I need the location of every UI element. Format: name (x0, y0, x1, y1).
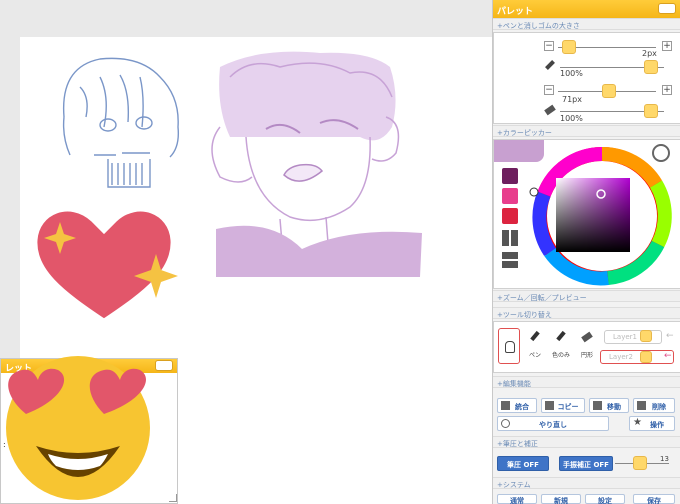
layer1-selector[interactable]: Layer1 (604, 330, 662, 344)
delete-button[interactable]: 削除 (633, 398, 675, 413)
merge-label: 統合 (515, 403, 529, 411)
resize-handle[interactable] (169, 494, 177, 502)
pen-size-plus-button[interactable]: + (662, 41, 672, 51)
redo-icon (501, 419, 510, 428)
move-button[interactable]: 移動 (589, 398, 629, 413)
heart-eyes-emoji-sticker (6, 356, 150, 500)
palette-title-bar[interactable]: パレット (493, 0, 680, 18)
move-label: 移動 (607, 403, 621, 411)
pen-tool-icon (530, 330, 540, 342)
eraser-icon (544, 104, 556, 116)
color-swatch-3[interactable] (502, 208, 518, 224)
palette-panel: パレット +ペンと消しゴムの大きさ − + 2px 100% − + 71px … (492, 0, 680, 504)
layer2-arrow-icon[interactable]: ← (664, 351, 672, 361)
section-edit[interactable]: +編集機能 (493, 376, 680, 388)
tool-hand[interactable] (498, 328, 520, 364)
swap-swatch-icon[interactable] (502, 252, 518, 268)
eraser-size-plus-button[interactable]: + (662, 85, 672, 95)
hand-icon (505, 341, 515, 353)
move-icon (593, 401, 602, 410)
tool-pen-label: ペン (528, 352, 541, 359)
tool-switch-box: ペン 色のみ 円形 Layer1 ← Layer2 ← (493, 321, 680, 373)
section-tool-switch[interactable]: +ツール切り替え (493, 307, 680, 319)
redo-button[interactable]: やり直し (497, 416, 609, 431)
section-pen-eraser-size[interactable]: +ペンと消しゴムの大きさ (493, 18, 680, 30)
system-save-button[interactable]: 保存 (633, 494, 675, 504)
section-pressure[interactable]: +筆圧と補正 (493, 436, 680, 448)
pen-size-value: 2px (642, 49, 657, 58)
correction-knob[interactable] (633, 456, 647, 470)
eraser-opacity-knob[interactable] (644, 104, 658, 118)
pen-opacity-knob[interactable] (644, 60, 658, 74)
merge-button[interactable]: 統合 (497, 398, 537, 413)
system-settings-button[interactable]: 設定 (585, 494, 625, 504)
pen-eraser-box: − + 2px 100% − + 71px 100% (493, 32, 680, 124)
tool-eraser[interactable]: 円形 (576, 328, 598, 364)
pen-icon (545, 60, 555, 70)
pen-size-minus-button[interactable]: − (544, 41, 554, 51)
layer1-label: Layer1 (613, 333, 637, 341)
pen-opacity-value: 100% (560, 69, 583, 78)
copy-label: コピー (557, 403, 579, 411)
section-zoom[interactable]: +ズーム／回転／プレビュー (493, 290, 680, 302)
pen-size-knob[interactable] (562, 40, 576, 54)
color-wheel[interactable] (528, 144, 676, 288)
tool-dropper[interactable]: 色のみ (550, 328, 572, 364)
pressure-toggle-button[interactable]: 筆圧 OFF (497, 456, 549, 471)
star-icon: ★ (633, 417, 642, 428)
tool-dropper-label: 色のみ (551, 352, 570, 359)
system-new-button[interactable]: 新規 (541, 494, 581, 504)
correction-toggle-button[interactable]: 手振補正 OFF (559, 456, 613, 471)
layer1-knob[interactable] (640, 330, 652, 342)
delete-label: 削除 (652, 403, 666, 411)
system-normal-button[interactable]: 通常 (497, 494, 537, 504)
eraser-size-minus-button[interactable]: − (544, 85, 554, 95)
color-swatch-1[interactable] (502, 168, 518, 184)
dropper-icon (556, 330, 566, 342)
layer2-knob[interactable] (640, 351, 652, 363)
tool-pen[interactable]: ペン (524, 328, 546, 364)
operate-label: 操作 (650, 421, 664, 429)
section-system[interactable]: +システム (493, 477, 680, 489)
redo-label: やり直し (539, 421, 567, 429)
heart-sticker (34, 208, 178, 322)
tool-eraser-label: 円形 (580, 352, 593, 359)
color-swatch-2[interactable] (502, 188, 518, 204)
copy-button[interactable]: コピー (541, 398, 585, 413)
merge-icon (501, 401, 510, 410)
layer1-arrow-icon[interactable]: ← (666, 331, 674, 341)
palette-title: パレット (497, 7, 534, 17)
operate-button[interactable]: ★ 操作 (629, 416, 675, 431)
eraser-tool-icon (581, 331, 593, 343)
hue-cursor (529, 187, 539, 197)
delete-icon (637, 401, 646, 410)
add-swatch-icon[interactable] (502, 230, 518, 246)
section-color-picker[interactable]: +カラーピッカー (493, 125, 680, 137)
palette-minimize-button[interactable] (658, 3, 676, 14)
eraser-size-value: 71px (562, 95, 582, 104)
eraser-opacity-value: 100% (560, 114, 583, 123)
copy-icon (545, 401, 554, 410)
eraser-size-knob[interactable] (602, 84, 616, 98)
layer2-selector[interactable]: Layer2 (600, 350, 674, 364)
color-picker-box (493, 139, 680, 289)
layer2-label: Layer2 (609, 353, 633, 361)
correction-value: 13 (660, 455, 669, 463)
